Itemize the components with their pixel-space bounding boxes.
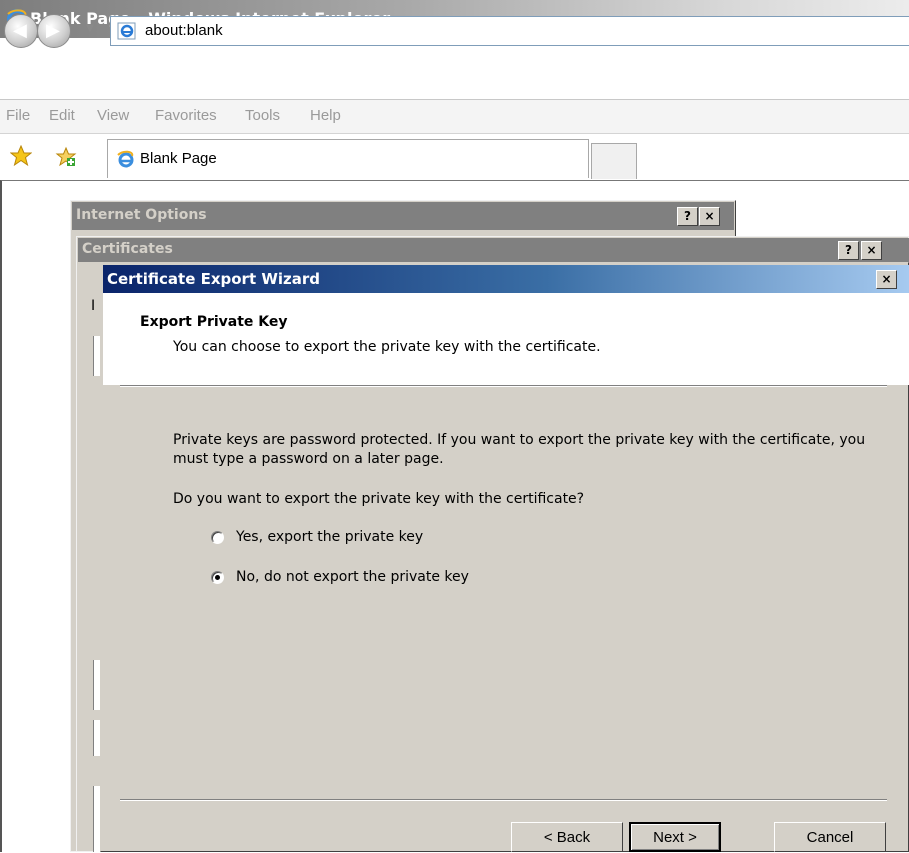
menu-view[interactable]: View xyxy=(97,107,129,124)
recent-pages-dropdown-icon[interactable]: ▼ xyxy=(83,22,97,36)
radio-selected-dot xyxy=(215,575,220,580)
favorites-star-icon[interactable] xyxy=(9,144,33,167)
add-favorite-icon[interactable] xyxy=(55,146,77,168)
internet-options-title-bar: Internet Options xyxy=(72,202,734,230)
wizard-subheading: You can choose to export the private key… xyxy=(173,339,601,355)
internet-options-close-button[interactable]: × xyxy=(699,207,720,226)
menu-edit[interactable]: Edit xyxy=(49,107,75,124)
new-tab-button[interactable] xyxy=(591,143,637,179)
certificates-title-bar: Certificates xyxy=(78,238,909,262)
menu-help[interactable]: Help xyxy=(310,107,341,124)
address-value: about:blank xyxy=(145,22,223,39)
internet-options-help-button[interactable]: ? xyxy=(677,207,698,226)
tab-label: Blank Page xyxy=(140,150,217,167)
internet-options-title: Internet Options xyxy=(76,207,207,223)
ie-page-icon xyxy=(116,150,136,168)
wizard-title-bar: Certificate Export Wizard xyxy=(103,265,909,293)
back-arrow-icon: ◀ xyxy=(13,20,27,41)
radio-yes-export[interactable] xyxy=(211,531,224,544)
menu-file[interactable]: File xyxy=(6,107,30,124)
back-button[interactable]: ◀ xyxy=(4,14,38,48)
address-bar-row xyxy=(0,38,909,100)
footer-divider xyxy=(120,799,887,801)
address-input[interactable]: about:blank xyxy=(110,16,909,46)
wizard-title: Certificate Export Wizard xyxy=(107,270,321,288)
certificates-help-button[interactable]: ? xyxy=(838,241,859,260)
header-divider xyxy=(120,385,887,387)
menu-bar: File Edit View Favorites Tools Help xyxy=(0,100,909,134)
back-wizard-button[interactable]: < Back xyxy=(511,822,623,852)
radio-no-label[interactable]: No, do not export the private key xyxy=(236,569,469,585)
certificates-close-button[interactable]: × xyxy=(861,241,882,260)
menu-tools[interactable]: Tools xyxy=(245,107,280,124)
certificates-title: Certificates xyxy=(82,241,173,257)
next-button[interactable]: Next > xyxy=(629,822,721,852)
forward-arrow-icon: ▶ xyxy=(46,20,60,41)
wizard-close-button[interactable]: × xyxy=(876,270,897,289)
wizard-question: Do you want to export the private key wi… xyxy=(173,491,585,507)
certificates-peek-text: I xyxy=(91,298,96,314)
wizard-description: Private keys are password protected. If … xyxy=(173,432,866,467)
radio-no-export[interactable] xyxy=(211,571,224,584)
page-icon xyxy=(117,22,137,40)
radio-yes-label[interactable]: Yes, export the private key xyxy=(236,529,423,545)
forward-button[interactable]: ▶ xyxy=(37,14,71,48)
tab-blank-page[interactable]: Blank Page xyxy=(107,139,589,178)
wizard-heading: Export Private Key xyxy=(140,314,288,330)
cancel-button[interactable]: Cancel xyxy=(774,822,886,852)
menu-favorites[interactable]: Favorites xyxy=(155,107,217,124)
